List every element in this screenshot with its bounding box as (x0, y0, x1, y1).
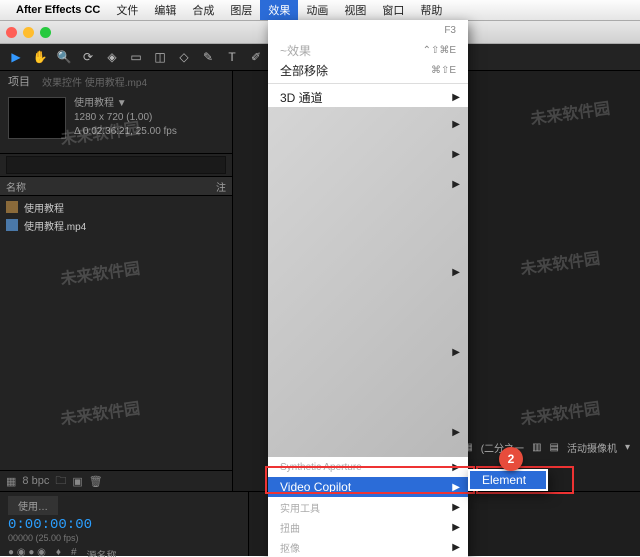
project-panel: 项目 效果控件 使用教程.mp4 使用教程 ▼ 1280 x 720 (1.00… (0, 71, 233, 491)
menu-label: 实用工具 (280, 500, 320, 515)
chevron-right-icon: ▶ (452, 542, 460, 553)
menu-items: 文件 编辑 合成 图层 效果 动画 视图 窗口 帮助 (108, 0, 450, 20)
menu-item-remove-all[interactable]: 全部移除 ⌘⇧E (268, 60, 468, 80)
effect-menu-dropdown: F3 ~效果 ⌃⇧⌘E 全部移除 ⌘⇧E 3D 通道 ▶ ▶ ▶ ▶ ▶ ▶ ▶… (268, 20, 468, 557)
video-copilot-submenu: Element (468, 469, 548, 491)
mac-menubar: After Effects CC 文件 编辑 合成 图层 效果 动画 视图 窗口… (0, 0, 640, 21)
menu-edit[interactable]: 编辑 (146, 0, 184, 20)
viewer-footer: ▦ (二分之一 ▥ ▤ 活动摄像机 ▾ (463, 440, 630, 455)
menu-window[interactable]: 窗口 (374, 0, 412, 20)
menu-anim[interactable]: 动画 (298, 0, 336, 20)
menu-item[interactable]: 扭曲 ▶ (268, 517, 468, 537)
tab-project[interactable]: 项目 (8, 73, 30, 89)
text-tool-icon[interactable]: T (223, 48, 241, 66)
clip-duration: Δ 0:02:36:21, 25.00 fps (74, 125, 177, 139)
timecode[interactable]: 0:00:00:00 (8, 517, 240, 533)
hand-tool-icon[interactable]: ✋ (31, 48, 49, 66)
search-input[interactable] (6, 156, 226, 174)
close-icon[interactable] (6, 27, 17, 38)
brush-tool-icon[interactable]: ✐ (247, 48, 265, 66)
menu-comp[interactable]: 合成 (184, 0, 222, 20)
clip-name[interactable]: 使用教程 ▼ (74, 97, 177, 111)
project-info: 使用教程 ▼ 1280 x 720 (1.00) Δ 0:02:36:21, 2… (0, 91, 232, 145)
project-tabs: 项目 效果控件 使用教程.mp4 (0, 71, 232, 91)
shortcut: ⌘⇧E (431, 65, 456, 76)
interpret-icon[interactable]: ▦ (6, 475, 16, 488)
submenu-item-element[interactable]: Element (470, 471, 546, 489)
menu-item-video-copilot[interactable]: Video Copilot ▶ (268, 477, 468, 497)
chevron-right-icon: ▶ (452, 522, 460, 533)
transparent-icon[interactable]: ▥ (532, 442, 541, 453)
menu-item[interactable]: F3 (268, 20, 468, 40)
timecode-sub: 00000 (25.00 fps) (8, 533, 240, 543)
menu-help[interactable]: 帮助 (412, 0, 450, 20)
chevron-down-icon[interactable]: ▾ (625, 442, 630, 453)
menu-label: 扭曲 (280, 520, 300, 535)
menu-label: 抠像 (280, 540, 300, 555)
project-list-header: 名称 注 (0, 177, 232, 196)
camera-dropdown[interactable]: 活动摄像机 (567, 440, 617, 455)
annotation-badge: 2 (499, 447, 523, 471)
menu-view[interactable]: 视图 (336, 0, 374, 20)
menu-effect[interactable]: 效果 (260, 0, 298, 20)
clip-resolution: 1280 x 720 (1.00) (74, 111, 177, 125)
menu-file[interactable]: 文件 (108, 0, 146, 20)
minimize-icon[interactable] (23, 27, 34, 38)
timeline-left: 使用… 0:00:00:00 00000 (25.00 fps) ● ◉ ● ◉… (0, 492, 249, 556)
clip-metadata: 使用教程 ▼ 1280 x 720 (1.00) Δ 0:02:36:21, 2… (74, 97, 177, 139)
menu-label: ~效果 (280, 42, 311, 59)
zoom-icon[interactable] (40, 27, 51, 38)
orbit-tool-icon[interactable]: ⟳ (79, 48, 97, 66)
clip-thumbnail[interactable] (8, 97, 66, 139)
panbehind-tool-icon[interactable]: ◫ (151, 48, 169, 66)
menu-item-3d-channel[interactable]: 3D 通道 ▶ (268, 87, 468, 107)
camera-tool-icon[interactable]: ▭ (127, 48, 145, 66)
item-label: 使用教程.mp4 (24, 218, 86, 233)
menu-label: Video Copilot (280, 480, 351, 494)
new-folder-icon[interactable]: 🗀 (55, 472, 66, 491)
rotate-tool-icon[interactable]: ◈ (103, 48, 121, 66)
menu-label: 全部移除 (280, 62, 328, 79)
app-name[interactable]: After Effects CC (16, 4, 100, 16)
menu-layer[interactable]: 图层 (222, 0, 260, 20)
menu-item[interactable]: 抠像 ▶ (268, 537, 468, 557)
chevron-right-icon: ▶ (452, 482, 460, 493)
project-search-row (0, 153, 232, 177)
traffic-lights (6, 27, 51, 38)
new-comp-icon[interactable]: ▣ (72, 475, 82, 488)
shape-tool-icon[interactable]: ◇ (175, 48, 193, 66)
menu-item[interactable]: Synthetic Aperture ▶ (268, 457, 468, 477)
bpc-label[interactable]: 8 bpc (22, 475, 49, 487)
movie-icon (6, 219, 18, 231)
chevron-right-icon: ▶ (452, 92, 460, 103)
project-footer: ▦ 8 bpc 🗀 ▣ 🗑 (0, 470, 232, 491)
menu-label: 3D 通道 (280, 89, 323, 106)
transparent2-icon[interactable]: ▤ (550, 442, 559, 453)
item-label: 使用教程 (24, 200, 64, 215)
zoom-tool-icon[interactable]: 🔍 (55, 48, 73, 66)
menu-label: Synthetic Aperture (280, 462, 362, 473)
col-note[interactable]: 注 (216, 179, 226, 194)
col-source: 源名称 (87, 547, 117, 557)
chevron-right-icon: ▶ (452, 462, 460, 473)
list-item[interactable]: 使用教程.mp4 (0, 216, 232, 234)
menu-item[interactable]: ~效果 ⌃⇧⌘E (268, 40, 468, 60)
list-item[interactable]: 使用教程 (0, 198, 232, 216)
pen-tool-icon[interactable]: ✎ (199, 48, 217, 66)
selection-tool-icon[interactable]: ▶ (7, 48, 25, 66)
timeline-tab[interactable]: 使用… (8, 496, 58, 515)
col-hash: # (71, 547, 77, 557)
menu-blurred-region: ▶ ▶ ▶ ▶ ▶ ▶ (268, 107, 468, 457)
timeline-columns: ● ◉ ● ◉ ♦ # 源名称 (8, 547, 240, 557)
tab-effect-controls[interactable]: 效果控件 使用教程.mp4 (42, 74, 147, 89)
trash-icon[interactable]: 🗑 (89, 475, 103, 488)
folder-icon (6, 201, 18, 213)
project-list: 使用教程 使用教程.mp4 (0, 196, 232, 470)
shortcut: ⌃⇧⌘E (423, 45, 456, 56)
menu-item[interactable]: 实用工具 ▶ (268, 497, 468, 517)
shortcut: F3 (444, 25, 456, 36)
separator (268, 83, 468, 84)
col-name[interactable]: 名称 (6, 179, 216, 194)
chevron-right-icon: ▶ (452, 502, 460, 513)
